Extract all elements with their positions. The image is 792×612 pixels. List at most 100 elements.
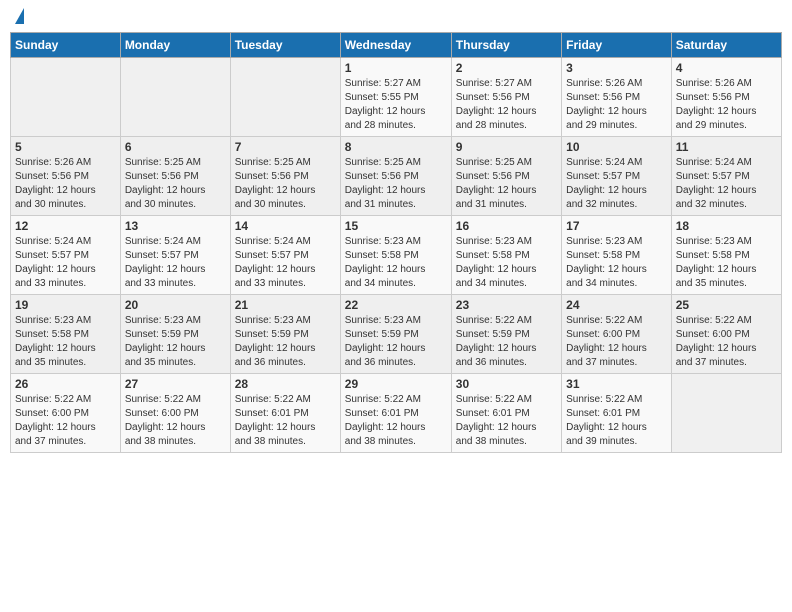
- day-info: Sunrise: 5:26 AM Sunset: 5:56 PM Dayligh…: [566, 77, 667, 133]
- calendar-cell: 9Sunrise: 5:25 AM Sunset: 5:56 PM Daylig…: [451, 137, 561, 216]
- day-info: Sunrise: 5:22 AM Sunset: 6:00 PM Dayligh…: [15, 393, 116, 449]
- day-info: Sunrise: 5:22 AM Sunset: 6:00 PM Dayligh…: [125, 393, 226, 449]
- day-number: 1: [345, 61, 447, 75]
- page-header: [10, 10, 782, 24]
- calendar-week-4: 19 Sunrise: 5:23 AM Sunset: 5:58 PM Dayli…: [11, 295, 782, 374]
- day-header-sunday: Sunday: [11, 33, 121, 58]
- logo: [14, 10, 24, 24]
- calendar-cell: 30 Sunrise: 5:22 AM Sunset: 6:01 PM Dayli…: [451, 374, 561, 453]
- day-info: Sunrise: 5:23 AM Sunset: 5:58 PM Dayligh…: [566, 235, 667, 291]
- day-info: Sunrise: 5:24 AM Sunset: 5:57 PM Dayligh…: [125, 235, 226, 291]
- calendar-cell: 10 Sunrise: 5:24 AM Sunset: 5:57 PM Dayli…: [562, 137, 672, 216]
- day-info: Sunrise: 5:26 AM Sunset: 5:56 PM Dayligh…: [676, 77, 777, 133]
- day-info: Sunrise: 5:22 AM Sunset: 6:01 PM Dayligh…: [456, 393, 557, 449]
- day-number: 8: [345, 140, 447, 154]
- day-header-saturday: Saturday: [671, 33, 781, 58]
- calendar-cell: 17 Sunrise: 5:23 AM Sunset: 5:58 PM Dayli…: [562, 216, 672, 295]
- day-number: 30: [456, 377, 557, 391]
- day-info: Sunrise: 5:23 AM Sunset: 5:59 PM Dayligh…: [235, 314, 336, 370]
- calendar-cell: [671, 374, 781, 453]
- day-number: 26: [15, 377, 116, 391]
- day-info: Sunrise: 5:24 AM Sunset: 5:57 PM Dayligh…: [676, 156, 777, 212]
- day-number: 7: [235, 140, 336, 154]
- day-info: Sunrise: 5:23 AM Sunset: 5:58 PM Dayligh…: [676, 235, 777, 291]
- day-number: 14: [235, 219, 336, 233]
- day-number: 19: [15, 298, 116, 312]
- day-info: Sunrise: 5:25 AM Sunset: 5:56 PM Dayligh…: [235, 156, 336, 212]
- day-number: 29: [345, 377, 447, 391]
- calendar-cell: 26 Sunrise: 5:22 AM Sunset: 6:00 PM Dayli…: [11, 374, 121, 453]
- day-number: 21: [235, 298, 336, 312]
- calendar-cell: 19 Sunrise: 5:23 AM Sunset: 5:58 PM Dayli…: [11, 295, 121, 374]
- calendar-cell: [11, 58, 121, 137]
- day-info: Sunrise: 5:22 AM Sunset: 6:00 PM Dayligh…: [566, 314, 667, 370]
- calendar-cell: 7 Sunrise: 5:25 AM Sunset: 5:56 PM Daylig…: [230, 137, 340, 216]
- calendar-header-row: SundayMondayTuesdayWednesdayThursdayFrid…: [11, 33, 782, 58]
- day-header-monday: Monday: [120, 33, 230, 58]
- day-header-wednesday: Wednesday: [340, 33, 451, 58]
- day-number: 18: [676, 219, 777, 233]
- day-number: 28: [235, 377, 336, 391]
- day-info: Sunrise: 5:23 AM Sunset: 5:58 PM Dayligh…: [15, 314, 116, 370]
- calendar-cell: [230, 58, 340, 137]
- day-number: 4: [676, 61, 777, 75]
- calendar-cell: 3 Sunrise: 5:26 AM Sunset: 5:56 PM Daylig…: [562, 58, 672, 137]
- day-number: 10: [566, 140, 667, 154]
- calendar-table: SundayMondayTuesdayWednesdayThursdayFrid…: [10, 32, 782, 453]
- day-info: Sunrise: 5:24 AM Sunset: 5:57 PM Dayligh…: [15, 235, 116, 291]
- calendar-week-3: 12Sunrise: 5:24 AM Sunset: 5:57 PM Dayli…: [11, 216, 782, 295]
- day-number: 15: [345, 219, 447, 233]
- day-number: 27: [125, 377, 226, 391]
- calendar-cell: 2Sunrise: 5:27 AM Sunset: 5:56 PM Daylig…: [451, 58, 561, 137]
- day-number: 22: [345, 298, 447, 312]
- day-info: Sunrise: 5:25 AM Sunset: 5:56 PM Dayligh…: [125, 156, 226, 212]
- calendar-week-5: 26 Sunrise: 5:22 AM Sunset: 6:00 PM Dayli…: [11, 374, 782, 453]
- calendar-cell: 4 Sunrise: 5:26 AM Sunset: 5:56 PM Daylig…: [671, 58, 781, 137]
- day-info: Sunrise: 5:22 AM Sunset: 6:01 PM Dayligh…: [235, 393, 336, 449]
- day-info: Sunrise: 5:24 AM Sunset: 5:57 PM Dayligh…: [235, 235, 336, 291]
- day-number: 5: [15, 140, 116, 154]
- calendar-cell: 28 Sunrise: 5:22 AM Sunset: 6:01 PM Dayli…: [230, 374, 340, 453]
- calendar-week-1: 1 Sunrise: 5:27 AM Sunset: 5:55 PM Daylig…: [11, 58, 782, 137]
- day-number: 6: [125, 140, 226, 154]
- calendar-cell: 22 Sunrise: 5:23 AM Sunset: 5:59 PM Dayli…: [340, 295, 451, 374]
- calendar-cell: 13 Sunrise: 5:24 AM Sunset: 5:57 PM Dayli…: [120, 216, 230, 295]
- day-number: 13: [125, 219, 226, 233]
- calendar-cell: [120, 58, 230, 137]
- day-number: 20: [125, 298, 226, 312]
- calendar-cell: 12Sunrise: 5:24 AM Sunset: 5:57 PM Dayli…: [11, 216, 121, 295]
- calendar-cell: 27 Sunrise: 5:22 AM Sunset: 6:00 PM Dayli…: [120, 374, 230, 453]
- calendar-week-2: 5 Sunrise: 5:26 AM Sunset: 5:56 PM Daylig…: [11, 137, 782, 216]
- day-number: 31: [566, 377, 667, 391]
- day-header-tuesday: Tuesday: [230, 33, 340, 58]
- day-info: Sunrise: 5:23 AM Sunset: 5:58 PM Dayligh…: [345, 235, 447, 291]
- day-info: Sunrise: 5:25 AM Sunset: 5:56 PM Dayligh…: [456, 156, 557, 212]
- calendar-cell: 8Sunrise: 5:25 AM Sunset: 5:56 PM Daylig…: [340, 137, 451, 216]
- day-number: 17: [566, 219, 667, 233]
- day-info: Sunrise: 5:27 AM Sunset: 5:55 PM Dayligh…: [345, 77, 447, 133]
- day-number: 11: [676, 140, 777, 154]
- day-info: Sunrise: 5:26 AM Sunset: 5:56 PM Dayligh…: [15, 156, 116, 212]
- calendar-cell: 25 Sunrise: 5:22 AM Sunset: 6:00 PM Dayli…: [671, 295, 781, 374]
- day-header-thursday: Thursday: [451, 33, 561, 58]
- day-info: Sunrise: 5:22 AM Sunset: 6:01 PM Dayligh…: [345, 393, 447, 449]
- day-number: 3: [566, 61, 667, 75]
- calendar-cell: 16Sunrise: 5:23 AM Sunset: 5:58 PM Dayli…: [451, 216, 561, 295]
- calendar-cell: 15 Sunrise: 5:23 AM Sunset: 5:58 PM Dayli…: [340, 216, 451, 295]
- day-number: 23: [456, 298, 557, 312]
- calendar-cell: 5 Sunrise: 5:26 AM Sunset: 5:56 PM Daylig…: [11, 137, 121, 216]
- day-info: Sunrise: 5:22 AM Sunset: 6:01 PM Dayligh…: [566, 393, 667, 449]
- calendar-cell: 6 Sunrise: 5:25 AM Sunset: 5:56 PM Daylig…: [120, 137, 230, 216]
- day-info: Sunrise: 5:23 AM Sunset: 5:58 PM Dayligh…: [456, 235, 557, 291]
- day-info: Sunrise: 5:24 AM Sunset: 5:57 PM Dayligh…: [566, 156, 667, 212]
- day-number: 25: [676, 298, 777, 312]
- day-number: 24: [566, 298, 667, 312]
- day-info: Sunrise: 5:22 AM Sunset: 6:00 PM Dayligh…: [676, 314, 777, 370]
- calendar-cell: 11 Sunrise: 5:24 AM Sunset: 5:57 PM Dayli…: [671, 137, 781, 216]
- day-info: Sunrise: 5:27 AM Sunset: 5:56 PM Dayligh…: [456, 77, 557, 133]
- calendar-cell: 24 Sunrise: 5:22 AM Sunset: 6:00 PM Dayli…: [562, 295, 672, 374]
- calendar-cell: 23 Sunrise: 5:22 AM Sunset: 5:59 PM Dayli…: [451, 295, 561, 374]
- day-info: Sunrise: 5:23 AM Sunset: 5:59 PM Dayligh…: [345, 314, 447, 370]
- day-info: Sunrise: 5:22 AM Sunset: 5:59 PM Dayligh…: [456, 314, 557, 370]
- calendar-cell: 31 Sunrise: 5:22 AM Sunset: 6:01 PM Dayli…: [562, 374, 672, 453]
